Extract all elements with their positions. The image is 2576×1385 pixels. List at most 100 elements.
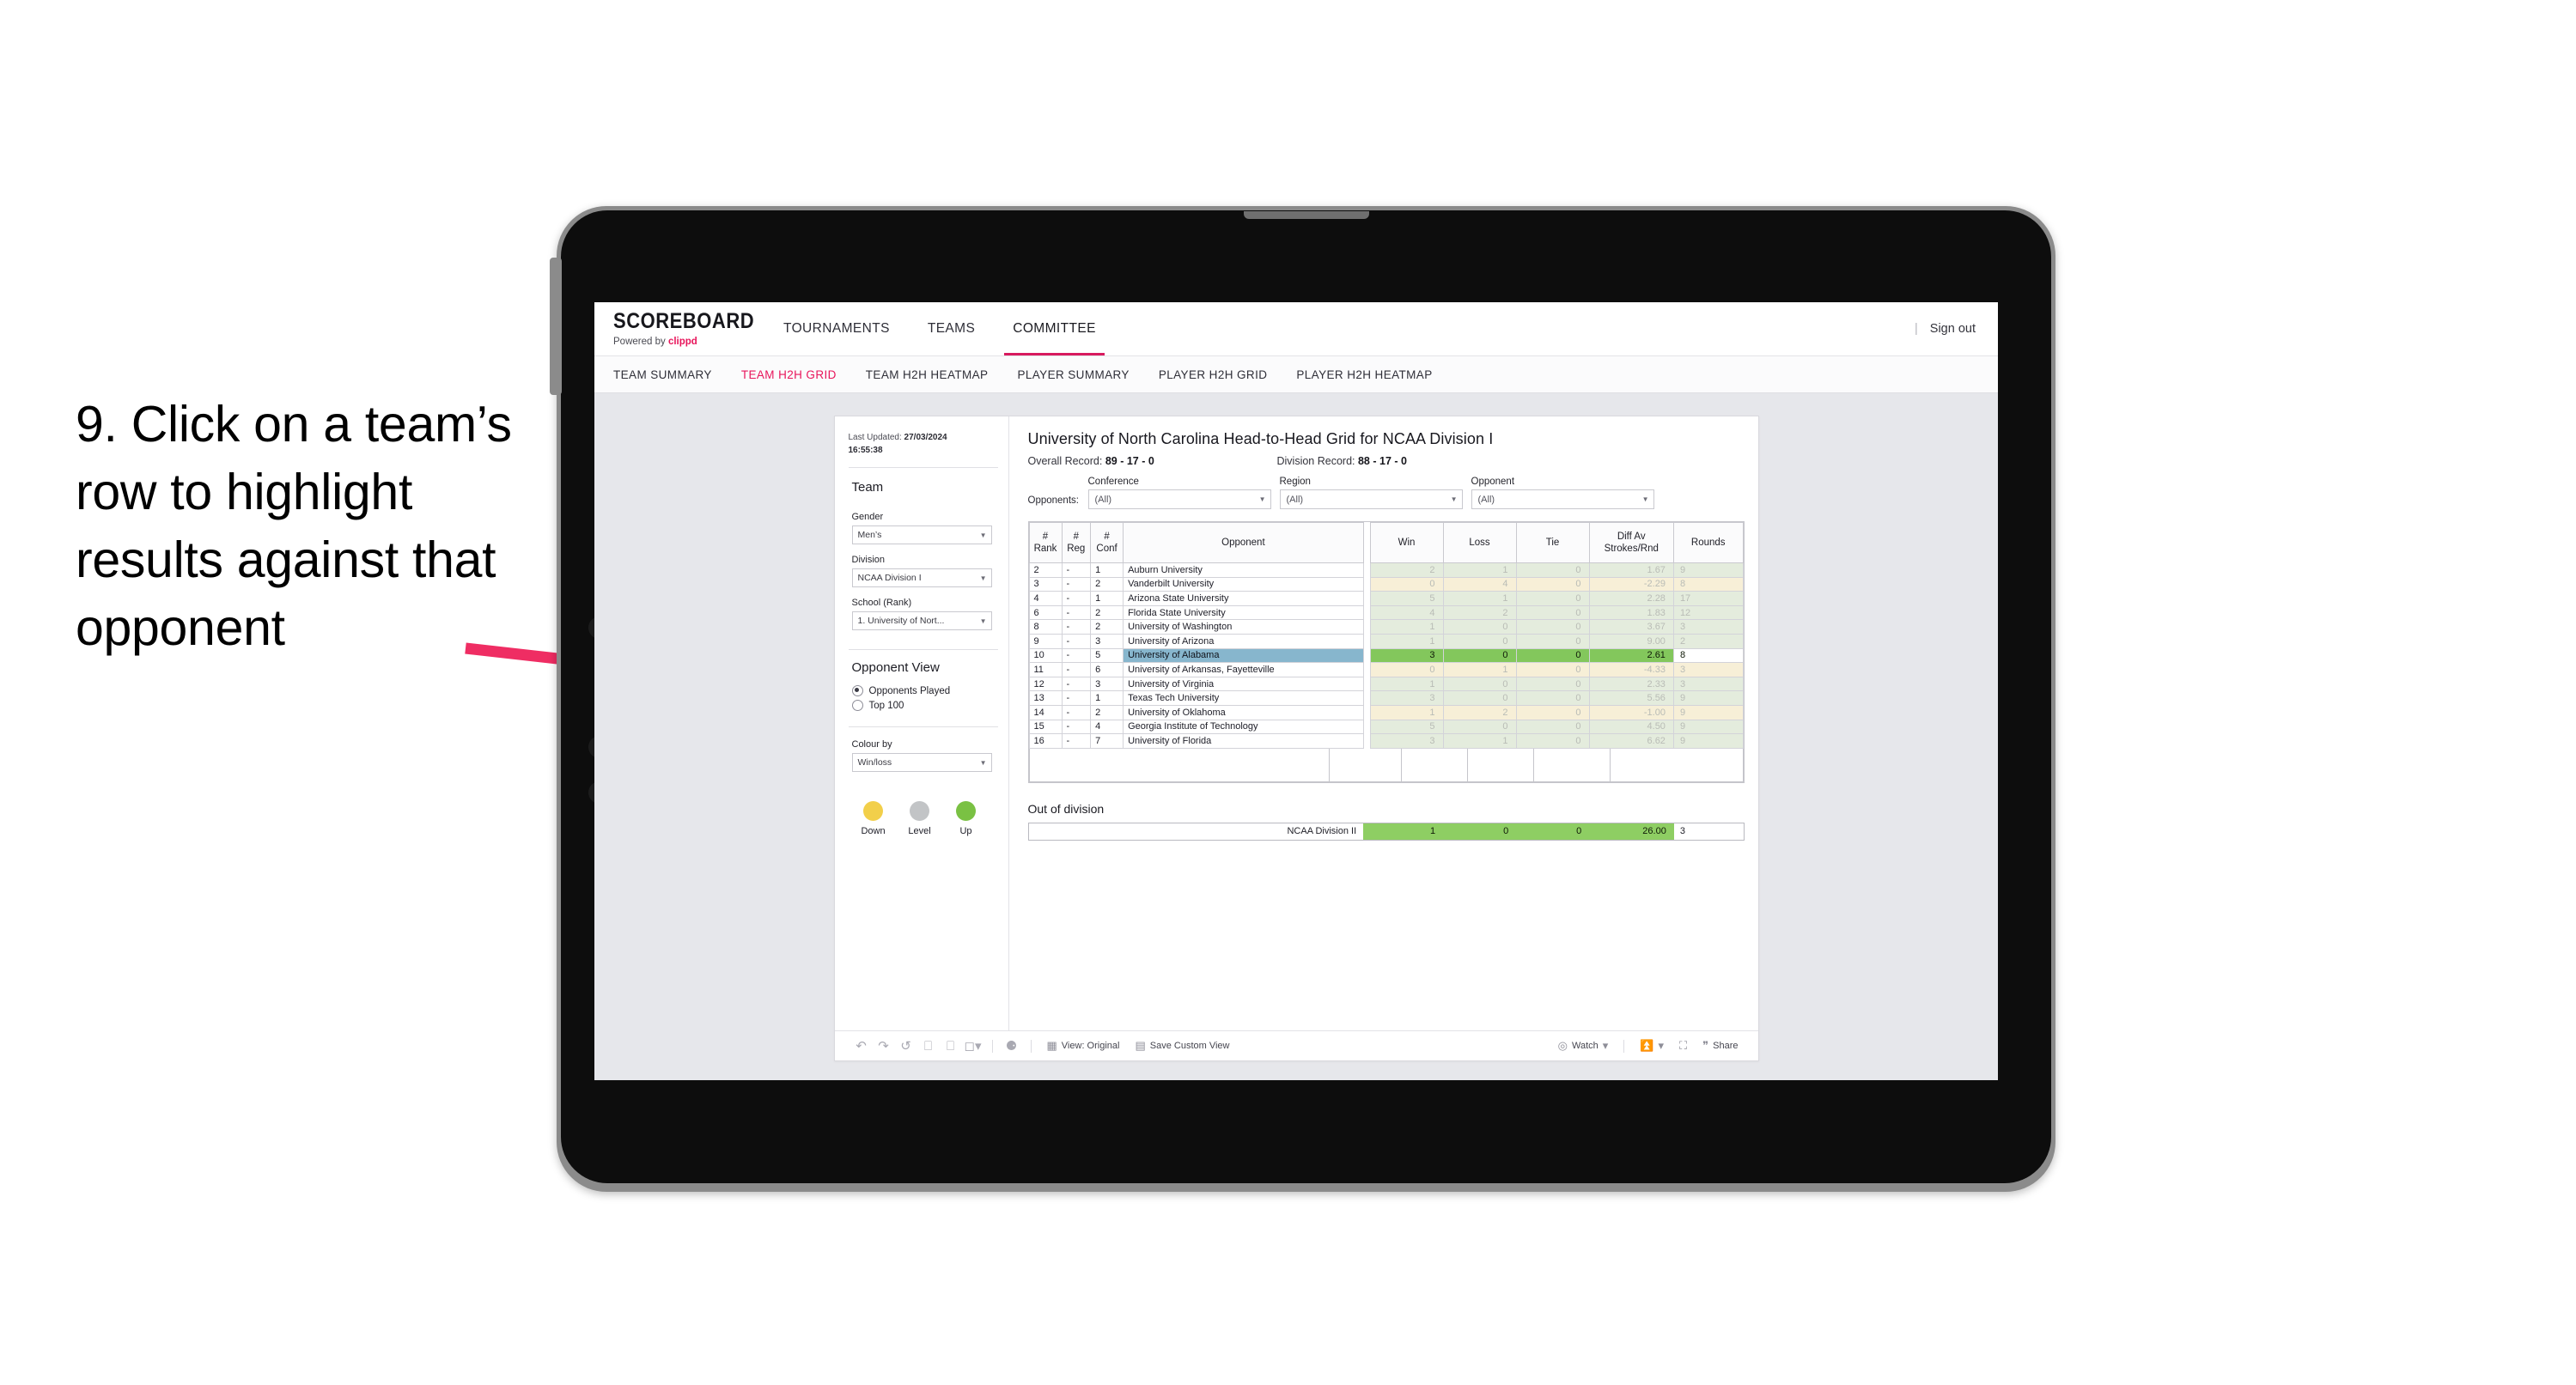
cell-diff: 1.83 bbox=[1588, 604, 1674, 621]
cell-loss: 2 bbox=[1442, 604, 1517, 621]
table-row[interactable]: 12-3 University of Virginia 1 0 0 2.33 3 bbox=[1028, 676, 1744, 692]
school-select[interactable]: 1. University of Nort... ▼ bbox=[851, 611, 992, 630]
download-button[interactable]: ⏫ ▾ bbox=[1632, 1039, 1672, 1053]
subnav-player-summary[interactable]: PLAYER SUMMARY bbox=[1017, 368, 1129, 381]
cell-conf: 1 bbox=[1090, 591, 1124, 606]
cell-gap bbox=[1363, 577, 1371, 592]
cell-rank: 10 bbox=[1028, 647, 1063, 664]
grid-filler-diff bbox=[1534, 748, 1611, 781]
redo-icon[interactable]: ↷ bbox=[873, 1038, 895, 1054]
cell-rank: 4 bbox=[1028, 591, 1063, 606]
table-row[interactable]: 9-3 University of Arizona 1 0 0 9.00 2 bbox=[1028, 633, 1744, 649]
save-custom-view-button[interactable]: ▤ Save Custom View bbox=[1127, 1039, 1237, 1053]
share-button[interactable]: ❞ Share bbox=[1695, 1039, 1745, 1053]
revert-icon[interactable]: ↺ bbox=[895, 1038, 917, 1054]
table-row[interactable]: 10-5 University of Alabama 3 0 0 2.61 8 bbox=[1028, 647, 1744, 664]
cell-rounds: 9 bbox=[1672, 733, 1744, 749]
nav-separator: | bbox=[1915, 322, 1918, 336]
filter-region: Region (All) ▼ bbox=[1279, 477, 1463, 509]
ood-diff: 26.00 bbox=[1589, 823, 1674, 840]
cell-tie: 0 bbox=[1515, 591, 1590, 606]
chevron-dropdown-icon[interactable]: ◻▾ bbox=[962, 1038, 984, 1054]
filter-opponent-select[interactable]: (All) ▼ bbox=[1471, 489, 1654, 509]
cell-opponent: Florida State University bbox=[1123, 604, 1364, 621]
share-icon: ❞ bbox=[1702, 1039, 1709, 1052]
table-row[interactable]: 15-4 Georgia Institute of Technology 5 0 0 4.… bbox=[1028, 719, 1744, 735]
sign-out-link[interactable]: Sign out bbox=[1930, 322, 1976, 336]
subnav-player-h2h-grid[interactable]: PLAYER H2H GRID bbox=[1159, 368, 1268, 381]
cell-reg: - bbox=[1061, 633, 1092, 649]
cell-tie: 0 bbox=[1515, 619, 1590, 635]
cell-tie: 0 bbox=[1515, 647, 1590, 664]
refresh-icon[interactable]: ⎕ bbox=[917, 1039, 940, 1054]
cell-gap bbox=[1363, 648, 1371, 663]
cell-gap bbox=[1363, 634, 1371, 649]
cell-tie: 0 bbox=[1515, 576, 1590, 592]
cell-win: 4 bbox=[1369, 604, 1444, 621]
filter-region-select[interactable]: (All) ▼ bbox=[1279, 489, 1463, 509]
subnav-team-h2h-heatmap[interactable]: TEAM H2H HEATMAP bbox=[866, 368, 989, 381]
cell-rank: 8 bbox=[1028, 619, 1063, 635]
legend-item-down: Down bbox=[857, 801, 890, 836]
table-row[interactable]: 16-7 University of Florida 3 1 0 6.62 9 bbox=[1028, 733, 1744, 749]
colour-by-select[interactable]: Win/loss ▼ bbox=[851, 753, 992, 772]
table-row[interactable]: 2-1 Auburn University 2 1 0 1.67 9 bbox=[1028, 562, 1744, 578]
chevron-down-icon: ▾ bbox=[1658, 1039, 1665, 1052]
cell-win: 2 bbox=[1369, 562, 1444, 578]
legend-dot-level-icon bbox=[910, 801, 929, 821]
cell-conf: 7 bbox=[1090, 733, 1124, 749]
out-of-division-table: NCAA Division II 1 0 0 26.00 3 bbox=[1027, 822, 1745, 841]
gender-select[interactable]: Men’s ▼ bbox=[851, 525, 992, 544]
h2h-table: # Rank # Reg # Conf Opponent Win Loss Tie bbox=[1028, 522, 1744, 749]
cell-rank: 16 bbox=[1028, 733, 1063, 749]
sidebar-divider-top bbox=[848, 467, 998, 468]
cell-tie: 0 bbox=[1515, 562, 1590, 578]
subnav-player-h2h-heatmap[interactable]: PLAYER H2H HEATMAP bbox=[1296, 368, 1432, 381]
grid-filler-win bbox=[1336, 748, 1402, 781]
legend-dot-down-icon bbox=[863, 801, 883, 821]
subnav-team-summary[interactable]: TEAM SUMMARY bbox=[613, 368, 712, 381]
cell-gap bbox=[1363, 662, 1371, 677]
nav-committee[interactable]: COMMITTEE bbox=[994, 302, 1115, 355]
cell-reg: - bbox=[1061, 690, 1092, 706]
brand-sub-name: clippd bbox=[667, 337, 697, 347]
ood-row[interactable]: NCAA Division II 1 0 0 26.00 3 bbox=[1028, 823, 1744, 840]
cell-loss: 0 bbox=[1442, 676, 1517, 692]
brand-logo[interactable]: SCOREBOARD Powered by clippd bbox=[594, 302, 764, 355]
cell-diff: 2.61 bbox=[1588, 647, 1674, 664]
cell-tie: 0 bbox=[1515, 704, 1590, 720]
cell-gap bbox=[1363, 605, 1371, 620]
tablet-speaker bbox=[1243, 211, 1369, 219]
watch-button[interactable]: ◎ Watch ▾ bbox=[1550, 1039, 1617, 1053]
undo-icon[interactable]: ↶ bbox=[850, 1038, 873, 1054]
radio-opponents-played[interactable]: Opponents Played bbox=[851, 685, 1008, 696]
division-label: Division bbox=[851, 555, 886, 565]
table-row[interactable]: 3-2 Vanderbilt University 0 4 0 -2.29 8 bbox=[1028, 576, 1744, 592]
cell-reg: - bbox=[1061, 704, 1092, 720]
filter-conference-select[interactable]: (All) ▼ bbox=[1087, 489, 1271, 509]
nav-teams[interactable]: TEAMS bbox=[909, 302, 994, 355]
table-row[interactable]: 14-2 University of Oklahoma 1 2 0 -1.00 9 bbox=[1028, 704, 1744, 720]
pause-icon[interactable]: ⎕ bbox=[940, 1039, 962, 1054]
table-row[interactable]: 4-1 Arizona State University 5 1 0 2.28 17 bbox=[1028, 591, 1744, 606]
nav-tournaments[interactable]: TOURNAMENTS bbox=[764, 302, 909, 355]
sidebar-divider-bottom bbox=[848, 726, 998, 727]
cell-opponent: University of Virginia bbox=[1123, 676, 1364, 692]
help-icon[interactable]: ⚈ bbox=[1001, 1038, 1023, 1054]
table-row[interactable]: 11-6 University of Arkansas, Fayetteville… bbox=[1028, 662, 1744, 677]
radio-top-100[interactable]: Top 100 bbox=[851, 700, 1008, 711]
subnav-team-h2h-grid[interactable]: TEAM H2H GRID bbox=[741, 368, 837, 381]
col-rank: # Rank bbox=[1028, 522, 1063, 563]
filter-opponent-label: Opponent bbox=[1471, 477, 1515, 487]
view-original-button[interactable]: ▦ View: Original bbox=[1039, 1039, 1128, 1053]
cell-conf: 5 bbox=[1090, 647, 1124, 664]
cell-opponent: University of Washington bbox=[1123, 619, 1364, 635]
table-row[interactable]: 13-1 Texas Tech University 3 0 0 5.56 9 bbox=[1028, 690, 1744, 706]
fullscreen-button[interactable]: ⛶ bbox=[1672, 1039, 1695, 1053]
toolbar-separator-3 bbox=[1623, 1039, 1625, 1053]
table-row[interactable]: 8-2 University of Washington 1 0 0 3.67 3 bbox=[1028, 619, 1744, 635]
cell-rank: 6 bbox=[1028, 604, 1063, 621]
cell-rank: 12 bbox=[1028, 676, 1063, 692]
table-row[interactable]: 6-2 Florida State University 4 2 0 1.83 12 bbox=[1028, 604, 1744, 621]
division-select[interactable]: NCAA Division I ▼ bbox=[851, 568, 992, 587]
